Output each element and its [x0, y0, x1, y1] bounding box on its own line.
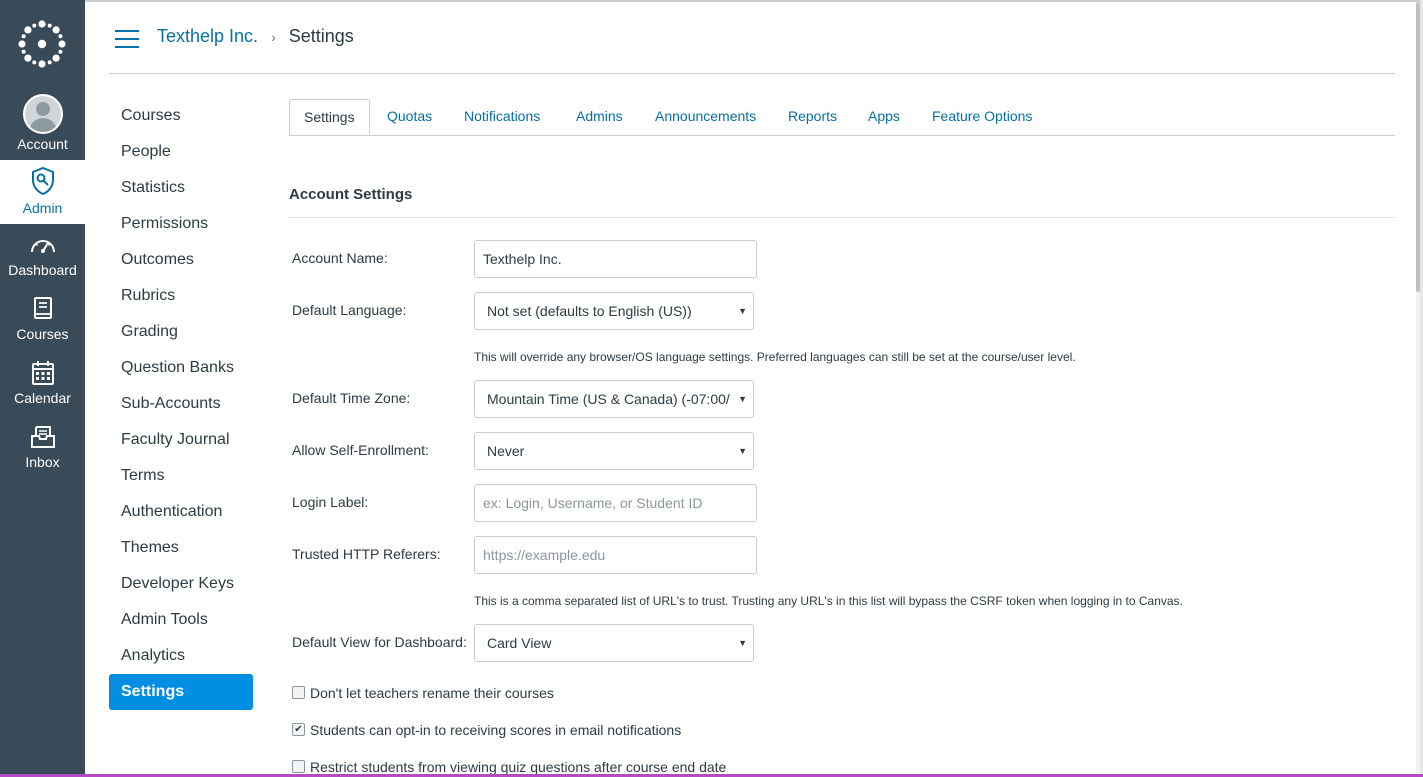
subnav-item-outcomes[interactable]: Outcomes [109, 242, 253, 278]
header-divider [109, 73, 1395, 74]
login-label-label: Login Label: [292, 494, 369, 510]
account-subnav: Courses People Statistics Permissions Ou… [109, 98, 253, 710]
global-nav-admin[interactable]: Admin [0, 160, 85, 224]
global-navigation: Account Admin Dashboard Courses Calendar… [0, 0, 85, 777]
global-nav-account[interactable]: Account [0, 94, 85, 152]
scrollbar-thumb[interactable] [1416, 2, 1420, 292]
email-scores-label: Students can opt-in to receiving scores … [310, 722, 682, 738]
section-title: Account Settings [289, 186, 413, 203]
tab-quotas[interactable]: Quotas [387, 99, 432, 134]
breadcrumb-current: Settings [288, 26, 354, 46]
courses-book-icon [33, 297, 52, 319]
tab-settings[interactable]: Settings [289, 99, 370, 135]
restrict-quiz-label: Restrict students from viewing quiz ques… [310, 759, 727, 775]
subnav-item-statistics[interactable]: Statistics [109, 170, 253, 206]
subnav-item-people[interactable]: People [109, 134, 253, 170]
settings-tabs: Settings Quotas Notifications Admins Ann… [289, 99, 1395, 136]
subnav-item-rubrics[interactable]: Rubrics [109, 278, 253, 314]
default-language-select[interactable]: Not set (defaults to English (US)) ▼ [474, 292, 754, 330]
subnav-item-courses[interactable]: Courses [109, 98, 253, 134]
tab-announcements[interactable]: Announcements [655, 99, 756, 134]
tab-apps[interactable]: Apps [868, 99, 900, 134]
self-enrollment-select[interactable]: Never ▼ [474, 432, 754, 470]
inbox-icon [30, 426, 55, 448]
login-label-input[interactable] [474, 484, 757, 522]
breadcrumb-separator: › [271, 29, 276, 45]
subnav-item-permissions[interactable]: Permissions [109, 206, 253, 242]
global-nav-calendar[interactable]: Calendar [0, 360, 85, 406]
tab-feature-options[interactable]: Feature Options [932, 99, 1032, 134]
email-scores-checkbox[interactable]: ✔ [292, 722, 305, 736]
dashboard-gauge-icon [30, 240, 55, 253]
hamburger-menu-icon[interactable] [115, 30, 139, 48]
calendar-icon [31, 361, 54, 385]
section-divider [289, 217, 1395, 218]
rename-courses-checkbox[interactable] [292, 685, 305, 699]
default-language-hint: This will override any browser/OS langua… [474, 350, 1076, 364]
subnav-item-grading[interactable]: Grading [109, 314, 253, 350]
subnav-item-admin-tools[interactable]: Admin Tools [109, 602, 253, 638]
tab-reports[interactable]: Reports [788, 99, 837, 134]
subnav-item-analytics[interactable]: Analytics [109, 638, 253, 674]
time-zone-value: Mountain Time (US & Canada) (-07:00/ [487, 391, 730, 407]
time-zone-label: Default Time Zone: [292, 390, 411, 406]
tab-notifications[interactable]: Notifications [464, 99, 540, 134]
checkbox-row-email-scores[interactable]: ✔ Students can opt-in to receiving scores… [292, 722, 681, 738]
self-enrollment-label: Allow Self-Enrollment: [292, 442, 429, 458]
subnav-item-themes[interactable]: Themes [109, 530, 253, 566]
account-name-label: Account Name: [292, 250, 388, 266]
global-nav-dashboard[interactable]: Dashboard [0, 234, 85, 278]
default-language-value: Not set (defaults to English (US)) [487, 303, 692, 319]
global-nav-calendar-label: Calendar [14, 390, 71, 406]
checkbox-row-restrict-quiz[interactable]: Restrict students from viewing quiz ques… [292, 759, 726, 775]
select-arrow-icon: ▼ [738, 306, 747, 316]
select-arrow-icon: ▼ [738, 638, 747, 648]
trusted-referers-label: Trusted HTTP Referers: [292, 546, 441, 562]
subnav-item-developer-keys[interactable]: Developer Keys [109, 566, 253, 602]
global-nav-dashboard-label: Dashboard [8, 262, 77, 278]
global-nav-admin-label: Admin [22, 200, 63, 216]
trusted-referers-hint: This is a comma separated list of URL's … [474, 594, 1183, 608]
avatar [22, 94, 63, 134]
breadcrumb-account-link[interactable]: Texthelp Inc. [157, 26, 258, 46]
window-top-border [0, 0, 1423, 2]
admin-shield-icon [31, 166, 54, 196]
global-nav-inbox[interactable]: Inbox [0, 424, 85, 470]
global-nav-account-label: Account [17, 136, 68, 152]
select-arrow-icon: ▼ [738, 446, 747, 456]
global-nav-inbox-label: Inbox [25, 454, 60, 470]
subnav-item-question-banks[interactable]: Question Banks [109, 350, 253, 386]
subnav-item-sub-accounts[interactable]: Sub-Accounts [109, 386, 253, 422]
global-nav-courses-label: Courses [16, 326, 69, 342]
select-arrow-icon: ▼ [738, 394, 747, 404]
dashboard-view-value: Card View [487, 635, 552, 651]
subnav-item-faculty-journal[interactable]: Faculty Journal [109, 422, 253, 458]
restrict-quiz-checkbox[interactable] [292, 759, 305, 773]
breadcrumb: Texthelp Inc. › Settings [157, 24, 354, 49]
rename-courses-label: Don't let teachers rename their courses [310, 685, 554, 701]
subnav-item-settings[interactable]: Settings [109, 674, 253, 710]
subnav-item-authentication[interactable]: Authentication [109, 494, 253, 530]
default-language-label: Default Language: [292, 302, 407, 318]
dashboard-view-select[interactable]: Card View ▼ [474, 624, 754, 662]
tab-admins[interactable]: Admins [576, 99, 623, 134]
global-nav-courses[interactable]: Courses [0, 296, 85, 342]
dashboard-view-label: Default View for Dashboard: [292, 634, 467, 650]
time-zone-select[interactable]: Mountain Time (US & Canada) (-07:00/ ▼ [474, 380, 754, 418]
account-name-input[interactable] [474, 240, 757, 278]
self-enrollment-value: Never [487, 443, 525, 459]
canvas-logo-icon[interactable] [18, 20, 66, 68]
trusted-referers-input[interactable] [474, 536, 757, 574]
subnav-item-terms[interactable]: Terms [109, 458, 253, 494]
checkbox-row-rename-courses[interactable]: Don't let teachers rename their courses [292, 685, 554, 701]
